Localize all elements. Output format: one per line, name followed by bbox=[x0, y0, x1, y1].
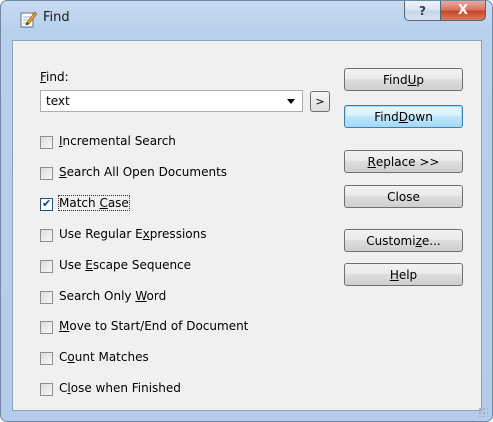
option-label: Use Regular Expressions bbox=[59, 227, 207, 241]
help-button[interactable]: Help bbox=[344, 263, 463, 286]
find-options-button[interactable]: > bbox=[310, 91, 330, 112]
find-down-button[interactable]: Find Down bbox=[344, 105, 463, 128]
option-label: Incremental Search bbox=[59, 134, 176, 148]
checkmark-icon: ✔ bbox=[42, 197, 52, 210]
find-input[interactable]: text bbox=[46, 94, 70, 108]
option-checkbox[interactable]: ✔ bbox=[40, 197, 53, 211]
customize-button[interactable]: Customi z e... bbox=[344, 229, 463, 252]
option-checkbox[interactable] bbox=[40, 260, 53, 273]
option-checkbox[interactable] bbox=[40, 383, 53, 396]
help-icon: ? bbox=[419, 3, 426, 18]
title-bar[interactable]: Find ? X bbox=[1, 1, 492, 33]
option-checkbox[interactable] bbox=[40, 321, 53, 334]
find-up-button[interactable]: Find Up bbox=[344, 68, 463, 91]
option-label: Count Matches bbox=[59, 350, 149, 364]
window-title: Find bbox=[43, 10, 70, 25]
option-checkbox[interactable] bbox=[40, 291, 53, 304]
resize-grip[interactable] bbox=[478, 407, 488, 417]
option-label: Move to Start/End of Document bbox=[59, 319, 249, 333]
close-button[interactable]: Close bbox=[344, 185, 463, 208]
find-dialog: Find ? X Find: text > Incremental Search… bbox=[0, 0, 493, 422]
replace-button[interactable]: Replace >> bbox=[344, 150, 463, 173]
notepad-pencil-icon bbox=[20, 11, 37, 28]
help-caption-button[interactable]: ? bbox=[404, 1, 440, 21]
option-checkbox[interactable] bbox=[40, 229, 53, 242]
close-caption-button[interactable]: X bbox=[440, 1, 486, 21]
close-icon: X bbox=[457, 3, 469, 18]
chevron-down-icon[interactable] bbox=[287, 99, 295, 104]
option-label: Search Only Word bbox=[59, 289, 167, 303]
option-checkbox[interactable] bbox=[40, 352, 53, 365]
option-label: Use Escape Sequence bbox=[59, 258, 192, 272]
option-label: Close when Finished bbox=[59, 381, 181, 395]
find-label: Find: bbox=[40, 70, 69, 84]
option-label: Search All Open Documents bbox=[59, 165, 228, 179]
option-checkbox[interactable] bbox=[40, 136, 53, 149]
option-checkbox[interactable] bbox=[40, 167, 53, 180]
option-label: Match Case bbox=[58, 195, 130, 211]
caption-buttons: ? X bbox=[404, 1, 486, 21]
find-combobox[interactable]: text bbox=[40, 90, 303, 112]
